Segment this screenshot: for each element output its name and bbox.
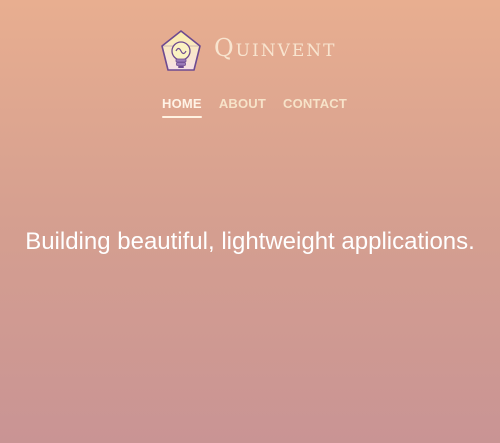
- hero-tagline: Building beautiful, lightweight applicat…: [25, 228, 475, 255]
- nav-contact-link[interactable]: CONTACT: [283, 96, 347, 118]
- main-nav: HOME ABOUT CONTACT: [162, 96, 347, 118]
- brand-name: Quinvent: [214, 34, 337, 62]
- lightbulb-logo-icon: [160, 29, 202, 73]
- nav-home-link[interactable]: HOME: [162, 96, 202, 118]
- brand-link[interactable]: Quinvent: [160, 28, 337, 74]
- nav-about-link[interactable]: ABOUT: [219, 96, 266, 118]
